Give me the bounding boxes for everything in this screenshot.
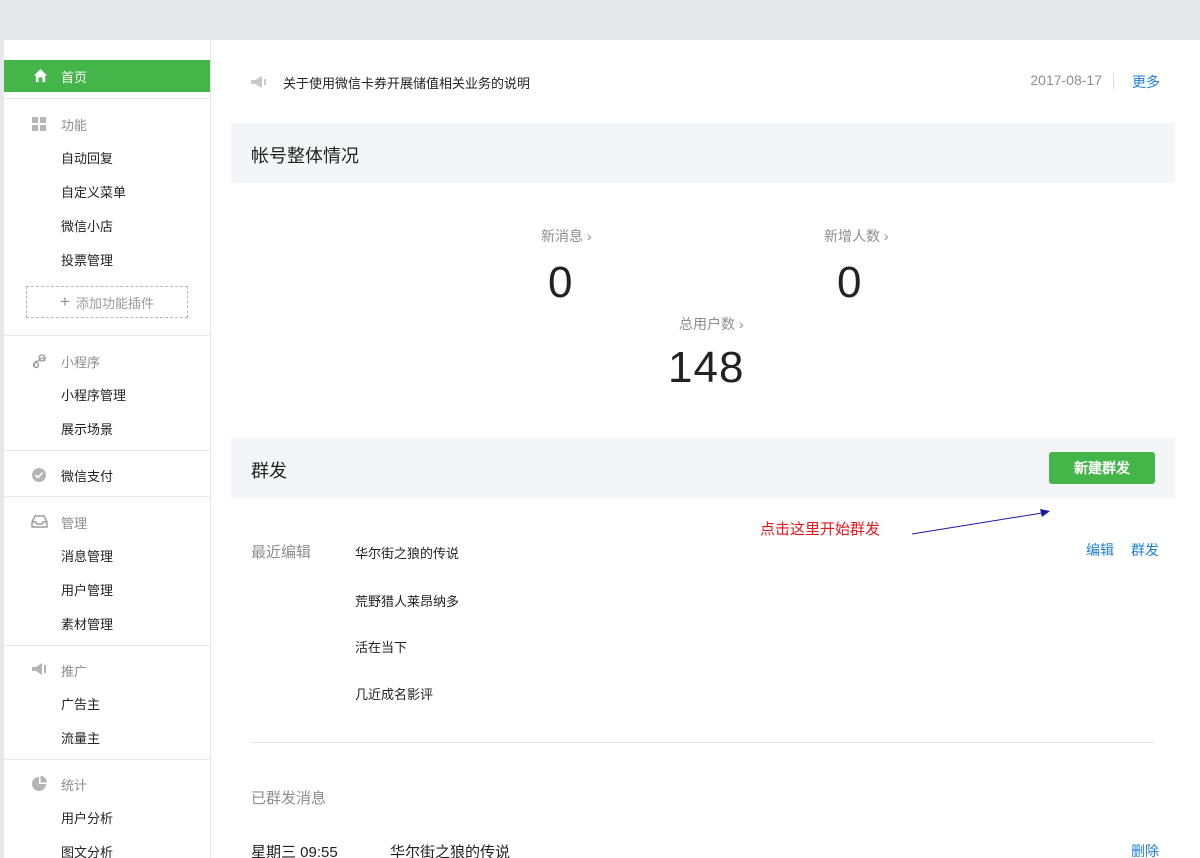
new-followers-link[interactable]: 新增人数 ›	[824, 226, 889, 246]
sidebar-item-wechat-store[interactable]: 微信小店	[61, 216, 113, 235]
sidebar-item-material-management[interactable]: 素材管理	[61, 614, 113, 633]
sidebar-section-label: 功能	[61, 118, 88, 133]
sidebar-item-message-management[interactable]: 消息管理	[61, 546, 113, 565]
recent-edit-label: 最近编辑	[251, 544, 312, 561]
sidebar-item-user-management[interactable]: 用户管理	[61, 580, 113, 599]
sidebar-item-advertiser[interactable]: 广告主	[61, 694, 100, 713]
sidebar: 首页 功能 自动回复 自定义菜单 微信小店 投票管理 + 添加功能插件 小程序 …	[4, 40, 211, 858]
total-users-link[interactable]: 总用户数 ›	[679, 314, 744, 334]
sent-messages-label: 已群发消息	[251, 790, 327, 807]
sidebar-item-user-analytics[interactable]: 用户分析	[61, 808, 113, 827]
draft-item[interactable]: 荒野猎人莱昂纳多	[355, 591, 459, 610]
broadcast-title: 群发	[251, 461, 287, 481]
delete-link[interactable]: 删除	[1131, 841, 1159, 858]
new-followers-count: 0	[837, 258, 863, 307]
sidebar-item-home[interactable]: 首页	[4, 60, 210, 92]
sidebar-item-vote-management[interactable]: 投票管理	[61, 250, 113, 269]
more-link[interactable]: 更多	[1132, 72, 1160, 92]
sidebar-item-label: 首页	[61, 70, 88, 85]
sidebar-section-label: 统计	[61, 778, 88, 793]
add-plugin-button[interactable]: + 添加功能插件	[26, 286, 188, 318]
divider	[251, 742, 1155, 743]
divider	[4, 98, 210, 99]
sidebar-item-wechat-pay[interactable]: 微信支付	[4, 465, 210, 485]
add-plugin-label: 添加功能插件	[75, 295, 154, 311]
sidebar-item-display-scenes[interactable]: 展示场景	[61, 419, 113, 438]
draft-item[interactable]: 华尔街之狼的传说	[355, 543, 459, 562]
new-messages-link[interactable]: 新消息 ›	[541, 226, 592, 246]
pie-chart-icon	[31, 776, 47, 795]
sidebar-section-statistics: 统计	[4, 774, 210, 794]
sidebar-section-features: 功能	[4, 114, 210, 134]
megaphone-icon	[31, 662, 49, 679]
divider	[4, 335, 210, 336]
notice-link[interactable]: 关于使用微信卡券开展储值相关业务的说明	[283, 73, 530, 92]
divider	[4, 450, 210, 451]
annotation-arrow	[911, 509, 1050, 535]
annotation-text: 点击这里开始群发	[760, 521, 881, 538]
draft-item[interactable]: 活在当下	[355, 637, 407, 656]
divider	[4, 759, 210, 760]
edit-link[interactable]: 编辑	[1086, 540, 1114, 560]
sent-message-time: 星期三 09:55	[251, 844, 338, 858]
megaphone-icon	[250, 75, 270, 93]
miniprogram-icon	[31, 353, 47, 372]
sidebar-section-label: 推广	[61, 664, 88, 679]
notice-bar: 关于使用微信卡券开展储值相关业务的说明 2017-08-17 更多	[230, 64, 1160, 100]
broadcast-header: 群发 新建群发	[231, 438, 1175, 498]
separator	[1113, 73, 1114, 89]
app-frame: 首页 功能 自动回复 自定义菜单 微信小店 投票管理 + 添加功能插件 小程序 …	[4, 40, 1200, 858]
sidebar-section-miniprogram: 小程序	[4, 351, 210, 371]
sidebar-section-promotion: 推广	[4, 660, 210, 680]
sidebar-section-manage: 管理	[4, 512, 210, 532]
inbox-icon	[31, 514, 48, 532]
divider	[4, 645, 210, 646]
divider	[4, 496, 210, 497]
draft-item[interactable]: 几近成名影评	[355, 684, 433, 703]
grid-icon	[31, 116, 47, 135]
sidebar-item-publisher[interactable]: 流量主	[61, 728, 100, 747]
total-users-count: 148	[668, 343, 745, 392]
sidebar-item-miniprogram-management[interactable]: 小程序管理	[61, 385, 126, 404]
new-messages-count: 0	[548, 258, 574, 307]
home-icon	[33, 68, 48, 86]
notice-date: 2017-08-17	[1030, 72, 1102, 88]
overview-title: 帐号整体情况	[251, 146, 359, 166]
sidebar-section-label: 管理	[61, 516, 88, 531]
wechat-pay-icon	[31, 467, 47, 486]
sidebar-item-custom-menu[interactable]: 自定义菜单	[61, 182, 126, 201]
main-content: 关于使用微信卡券开展储值相关业务的说明 2017-08-17 更多 帐号整体情况…	[210, 40, 1200, 858]
sent-message-title[interactable]: 华尔街之狼的传说	[390, 841, 510, 858]
sidebar-item-auto-reply[interactable]: 自动回复	[61, 148, 113, 167]
send-link[interactable]: 群发	[1131, 540, 1159, 560]
overview-header: 帐号整体情况	[231, 123, 1175, 183]
plus-icon: +	[60, 292, 70, 311]
sidebar-section-label: 微信支付	[61, 469, 114, 484]
sidebar-item-article-analytics[interactable]: 图文分析	[61, 842, 113, 858]
sidebar-section-label: 小程序	[61, 355, 101, 370]
new-broadcast-button[interactable]: 新建群发	[1049, 452, 1155, 484]
